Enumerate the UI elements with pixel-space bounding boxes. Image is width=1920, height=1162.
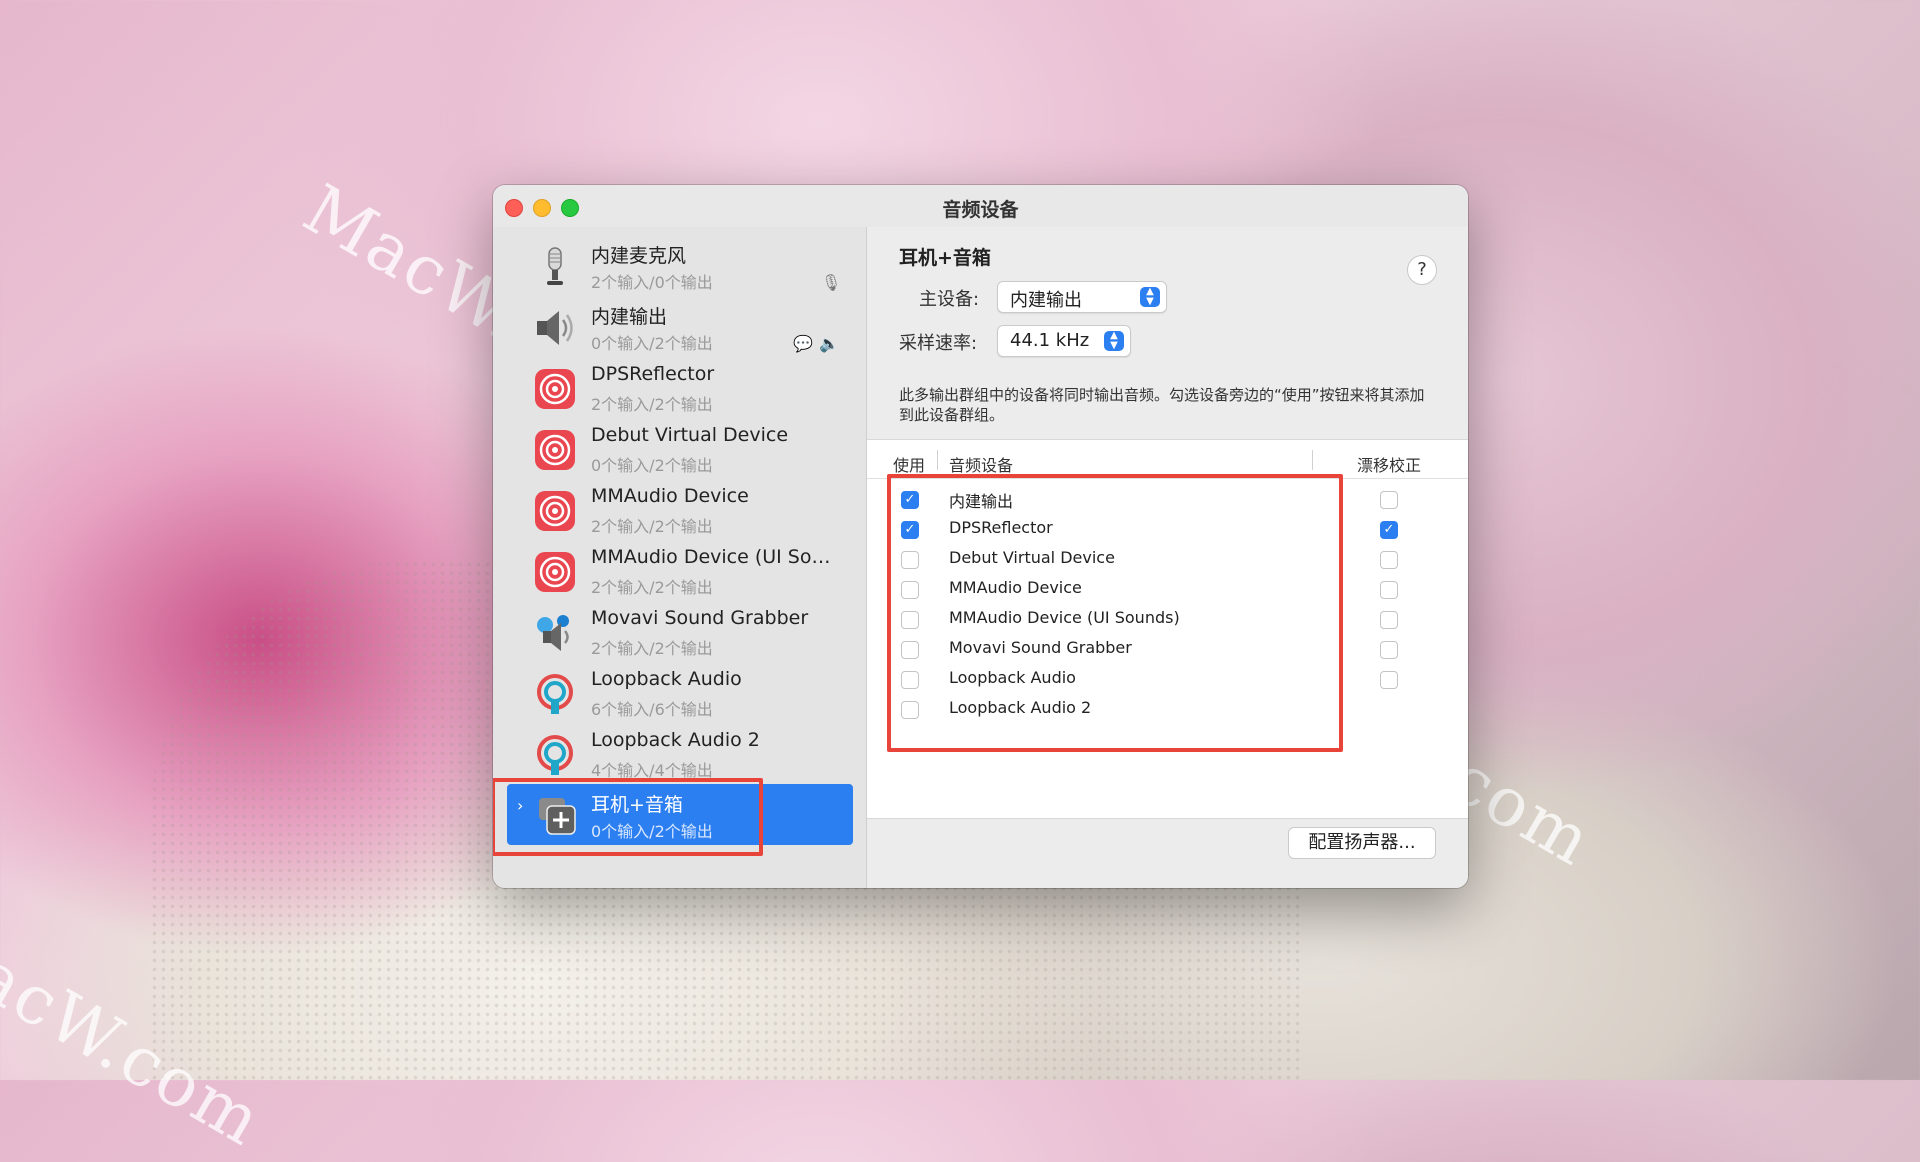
device-io: 2个输入/2个输出 [591, 578, 713, 597]
sample-rate-value: 44.1 kHz [1010, 330, 1090, 351]
device-name: 内建输出 [591, 306, 668, 328]
target-red-icon [535, 491, 575, 531]
highlight-box-table [887, 474, 1343, 752]
drift-checkbox[interactable] [1380, 581, 1398, 599]
device-name: Movavi Sound Grabber [591, 607, 809, 629]
column-header-use[interactable]: 使用 [893, 452, 925, 476]
device-name: Loopback Audio 2 [591, 729, 760, 751]
sample-rate-popup[interactable]: 44.1 kHz ▲ ▼ [997, 325, 1131, 357]
sidebar-item-builtin-mic[interactable]: 内建麦克风 2个输入/0个输出 🎙 [493, 235, 866, 296]
group-description: 此多输出群组中的设备将同时输出音频。勾选设备旁边的“使用”按钮来将其添加到此设备… [899, 386, 1425, 424]
input-mic-icon: 🎙 [821, 273, 842, 292]
device-name: MMAudio Device (UI Sou... [591, 546, 841, 568]
target-red-icon [535, 430, 575, 470]
highlight-box-sidebar [493, 778, 763, 856]
device-name: Loopback Audio [591, 668, 742, 690]
column-header-device[interactable]: 音频设备 [949, 452, 1013, 476]
speaker-icon [537, 311, 573, 345]
sidebar-item-mmaudio-ui-sounds[interactable]: MMAudio Device (UI Sou... 2个输入/2个输出 [493, 540, 866, 601]
device-sidebar: 内建麦克风 2个输入/0个输出 🎙 内建输出 0个输入/2个输出 💬 🔈 DPS… [493, 227, 867, 888]
title-bar: 音频设备 [493, 185, 1468, 228]
device-io: 2个输入/2个输出 [591, 517, 713, 536]
movavi-speaker-icon [537, 615, 569, 651]
master-device-value: 内建输出 [1010, 290, 1082, 311]
configure-speakers-button[interactable]: 配置扬声器... [1288, 827, 1436, 859]
loopback-icon [537, 674, 573, 714]
target-red-icon [535, 369, 575, 409]
device-io: 2个输入/2个输出 [591, 395, 713, 414]
device-io: 0个输入/2个输出 [591, 456, 713, 475]
sidebar-item-loopback-audio[interactable]: Loopback Audio 6个输入/6个输出 [493, 662, 866, 723]
master-device-popup[interactable]: 内建输出 ▲ ▼ [997, 281, 1167, 313]
device-name: 内建麦克风 [591, 245, 687, 267]
device-io: 2个输入/2个输出 [591, 639, 713, 658]
device-io: 2个输入/0个输出 [591, 273, 713, 292]
drift-checkbox[interactable] [1380, 611, 1398, 629]
output-speaker-icon: 🔈 [819, 334, 839, 353]
sidebar-item-debut-virtual-device[interactable]: Debut Virtual Device 0个输入/2个输出 [493, 418, 866, 479]
drift-checkbox[interactable] [1380, 641, 1398, 659]
sidebar-item-dpsreflector[interactable]: DPSReflector 2个输入/2个输出 [493, 357, 866, 418]
help-button[interactable]: ? [1407, 255, 1437, 285]
window-title: 音频设备 [942, 199, 1019, 221]
loopback-icon [537, 735, 573, 775]
stepper-icon: ▲ ▼ [1140, 287, 1160, 307]
microphone-icon [547, 247, 563, 285]
alert-sound-icon: 💬 [793, 334, 813, 353]
column-divider [937, 450, 938, 470]
device-name: DPSReflector [591, 363, 715, 385]
device-io: 6个输入/6个输出 [591, 700, 713, 719]
column-header-drift[interactable]: 漂移校正 [1357, 452, 1421, 476]
device-io: 0个输入/2个输出 [591, 334, 713, 353]
sidebar-item-loopback-audio-2[interactable]: Loopback Audio 2 4个输入/4个输出 [493, 723, 866, 784]
sidebar-item-mmaudio-device[interactable]: MMAudio Device 2个输入/2个输出 [493, 479, 866, 540]
target-red-icon [535, 552, 575, 592]
sidebar-item-movavi-sound-grabber[interactable]: Movavi Sound Grabber 2个输入/2个输出 [493, 601, 866, 662]
sample-rate-label: 采样速率: [899, 333, 978, 354]
device-table: 使用 音频设备 漂移校正 ✓ 内建输出 ✓ DPSReflector ✓ Deb… [867, 439, 1468, 819]
master-device-label: 主设备: [919, 289, 980, 310]
audio-devices-window: 音频设备 内建麦克风 2个输入/0个输出 🎙 内建输出 0个输入/2个输出 💬 [493, 185, 1468, 888]
drift-checkbox[interactable] [1380, 671, 1398, 689]
drift-checkbox[interactable] [1380, 551, 1398, 569]
device-name: MMAudio Device [591, 485, 749, 507]
column-divider [1312, 450, 1313, 470]
device-title: 耳机+音箱 [899, 247, 991, 269]
drift-checkbox[interactable] [1380, 491, 1398, 509]
stepper-icon: ▲ ▼ [1104, 331, 1124, 351]
device-name: Debut Virtual Device [591, 424, 789, 446]
device-detail-panel: 耳机+音箱 ? 主设备: 内建输出 ▲ ▼ 采样速率: 44.1 kHz ▲ ▼ 此… [867, 227, 1468, 888]
sidebar-item-builtin-output[interactable]: 内建输出 0个输入/2个输出 💬 🔈 [493, 296, 866, 357]
drift-checkbox[interactable]: ✓ [1380, 521, 1398, 539]
